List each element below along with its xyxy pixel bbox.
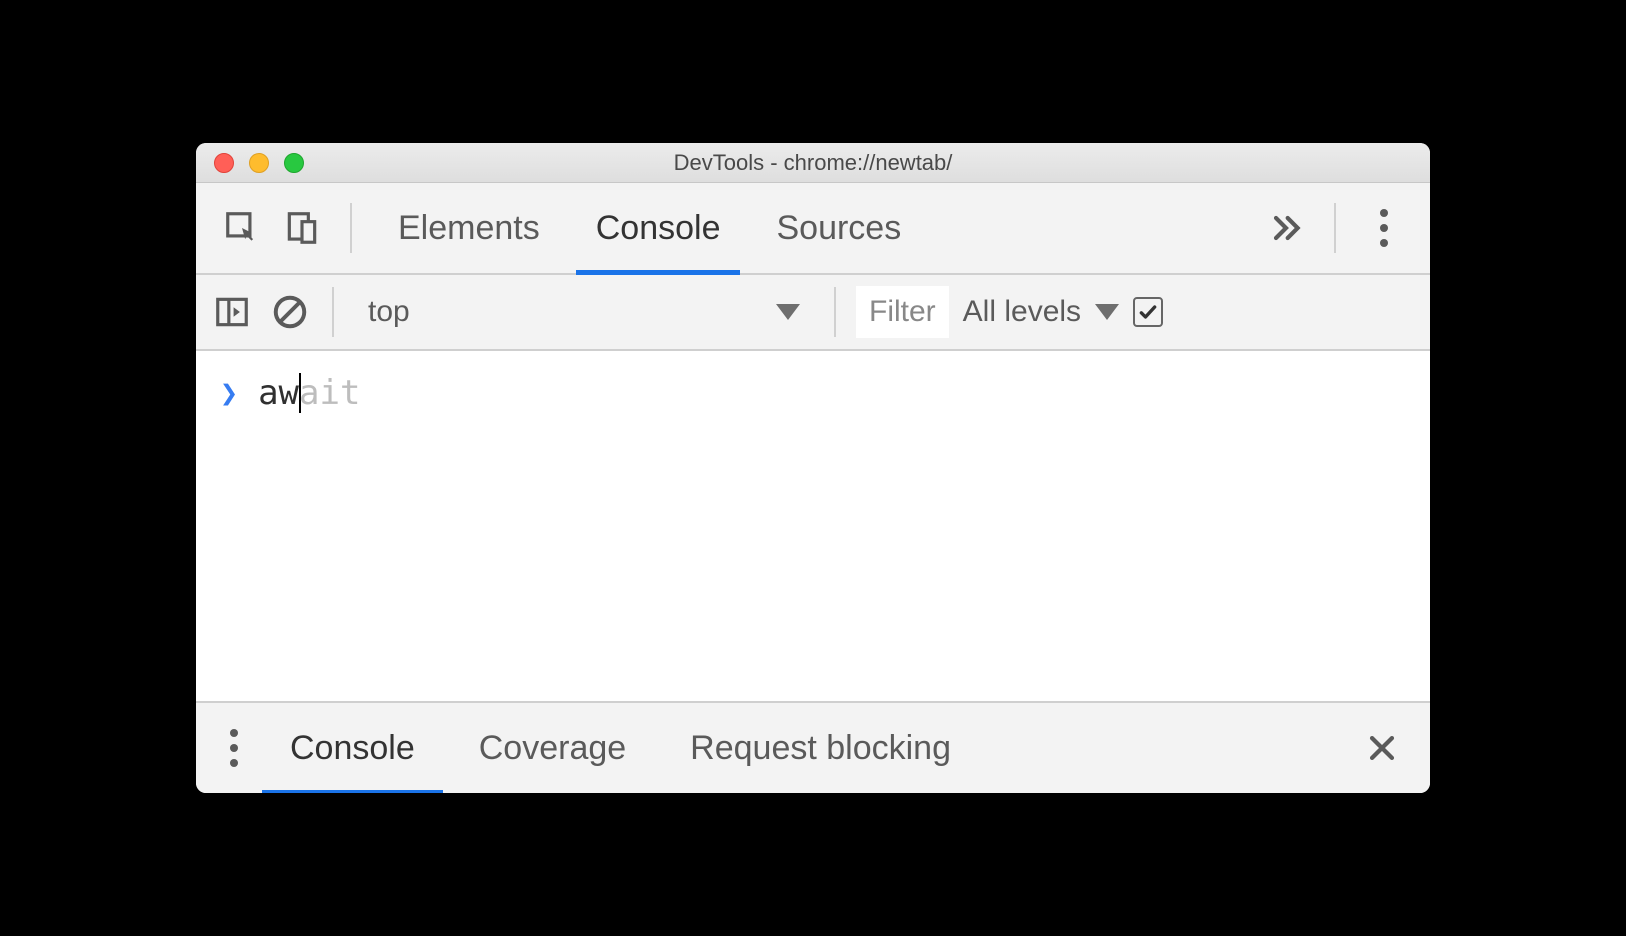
clear-console-icon[interactable]: [268, 282, 312, 342]
window-title: DevTools - chrome://newtab/: [196, 150, 1430, 176]
console-body[interactable]: ❯ aw ait: [196, 351, 1430, 701]
more-tabs-icon[interactable]: [1256, 198, 1316, 258]
device-toolbar-icon[interactable]: [272, 198, 332, 258]
console-toolbar: top Filter All levels: [196, 275, 1430, 351]
drawer-menu-icon[interactable]: [214, 718, 254, 778]
console-filter-input[interactable]: Filter: [856, 286, 949, 338]
tab-label: Request blocking: [690, 729, 951, 768]
devtools-window: DevTools - chrome://newtab/ Elements Con…: [196, 143, 1430, 793]
autocomplete-suggestion: ait: [299, 373, 360, 413]
execution-context-select[interactable]: top: [354, 286, 814, 338]
tab-label: Console: [290, 729, 415, 768]
console-sidebar-toggle-icon[interactable]: [210, 282, 254, 342]
drawer-tab-coverage[interactable]: Coverage: [451, 703, 654, 793]
inspect-element-icon[interactable]: [212, 198, 272, 258]
filter-placeholder: Filter: [869, 295, 936, 329]
tab-label: Coverage: [479, 729, 626, 768]
separator: [834, 287, 836, 337]
close-drawer-icon[interactable]: [1352, 718, 1412, 778]
chevron-down-icon: [1095, 304, 1119, 320]
prompt-arrow-icon: ❯: [220, 376, 238, 411]
console-input-text: aw: [258, 373, 299, 413]
chevron-down-icon: [776, 304, 800, 320]
main-tabbar: Elements Console Sources: [196, 183, 1430, 275]
tab-console[interactable]: Console: [568, 183, 749, 273]
tab-label: Elements: [398, 209, 540, 248]
separator: [350, 203, 352, 253]
text-cursor: [299, 373, 301, 413]
drawer-tab-request-blocking[interactable]: Request blocking: [662, 703, 979, 793]
tab-label: Sources: [776, 209, 901, 248]
group-similar-checkbox[interactable]: [1133, 297, 1163, 327]
settings-kebab-icon[interactable]: [1354, 198, 1414, 258]
context-label: top: [368, 295, 410, 329]
levels-label: All levels: [963, 295, 1081, 329]
tab-label: Console: [596, 209, 721, 248]
log-levels-select[interactable]: All levels: [963, 295, 1119, 329]
tab-elements[interactable]: Elements: [370, 183, 568, 273]
separator: [1334, 203, 1336, 253]
tab-sources[interactable]: Sources: [748, 183, 929, 273]
drawer-tabbar: Console Coverage Request blocking: [196, 701, 1430, 793]
separator: [332, 287, 334, 337]
window-titlebar: DevTools - chrome://newtab/: [196, 143, 1430, 183]
drawer-tab-console[interactable]: Console: [262, 703, 443, 793]
console-prompt[interactable]: ❯ aw ait: [220, 373, 1406, 413]
